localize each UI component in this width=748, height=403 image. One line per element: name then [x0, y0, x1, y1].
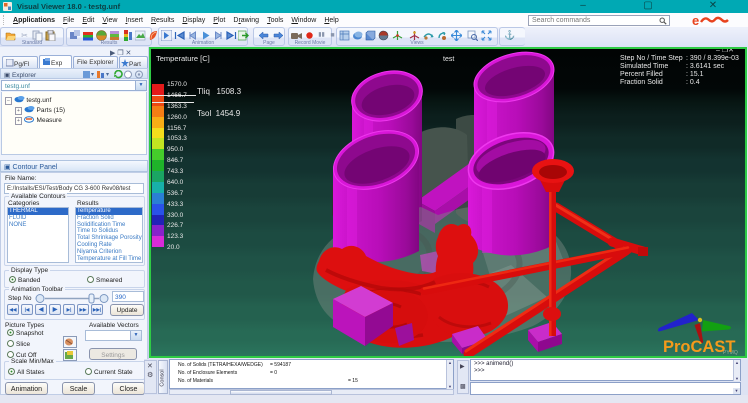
svg-text:e: e — [692, 14, 699, 27]
svg-text:ProCAST: ProCAST — [663, 338, 735, 356]
